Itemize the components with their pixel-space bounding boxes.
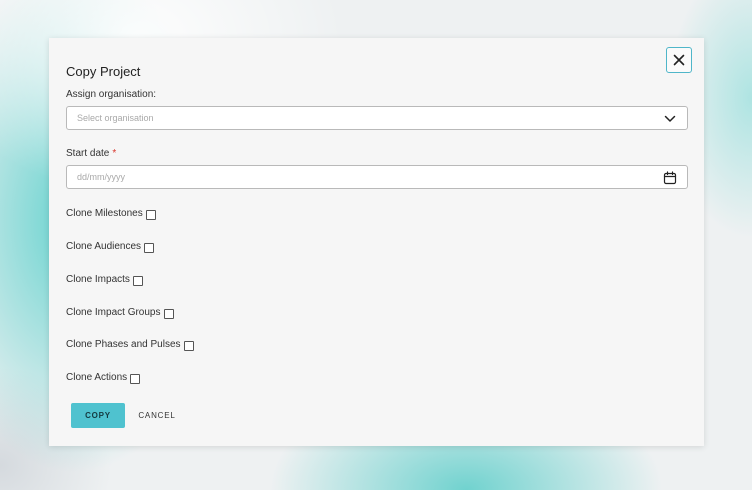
calendar-icon[interactable]: [663, 171, 677, 185]
clone-actions-label: Clone Actions: [66, 372, 128, 383]
clone-phases-pulses-label: Clone Phases and Pulses: [66, 339, 181, 350]
clone-impact-groups-option: Clone Impact Groups: [66, 306, 174, 319]
cancel-button[interactable]: CANCEL: [137, 403, 177, 428]
clone-milestones-label: Clone Milestones: [66, 208, 143, 219]
start-date-input[interactable]: dd/mm/yyyy: [66, 165, 688, 189]
chevron-down-icon: [664, 115, 676, 122]
clone-actions-option: Clone Actions: [66, 371, 141, 384]
dialog-title: Copy Project: [66, 64, 141, 79]
clone-impacts-label: Clone Impacts: [66, 274, 130, 285]
clone-impact-groups-label: Clone Impact Groups: [66, 307, 161, 318]
clone-audiences-label: Clone Audiences: [66, 241, 142, 252]
clone-phases-pulses-option: Clone Phases and Pulses: [66, 338, 194, 351]
copy-button[interactable]: COPY: [71, 403, 125, 428]
clone-audiences-option: Clone Audiences: [66, 240, 155, 253]
clone-impacts-checkbox[interactable]: [132, 276, 143, 286]
close-icon: [673, 54, 685, 66]
clone-actions-checkbox[interactable]: [130, 374, 141, 384]
organisation-placeholder: Select organisation: [77, 113, 154, 123]
organisation-label: Assign organisation:: [66, 89, 157, 100]
copy-project-dialog: Copy Project Assign organisation: Select…: [49, 38, 704, 446]
close-button[interactable]: [666, 47, 692, 73]
clone-impact-groups-checkbox[interactable]: [163, 309, 174, 319]
clone-audiences-checkbox[interactable]: [144, 243, 155, 253]
organisation-select[interactable]: Select organisation: [66, 106, 688, 130]
start-date-placeholder: dd/mm/yyyy: [77, 172, 126, 182]
clone-impacts-option: Clone Impacts: [66, 273, 143, 286]
clone-phases-pulses-checkbox[interactable]: [183, 341, 194, 351]
clone-milestones-checkbox[interactable]: [145, 210, 156, 220]
start-date-label: Start date *: [66, 148, 116, 159]
clone-milestones-option: Clone Milestones: [66, 207, 156, 220]
required-marker: *: [112, 148, 117, 159]
start-date-label-text: Start date: [66, 148, 110, 159]
